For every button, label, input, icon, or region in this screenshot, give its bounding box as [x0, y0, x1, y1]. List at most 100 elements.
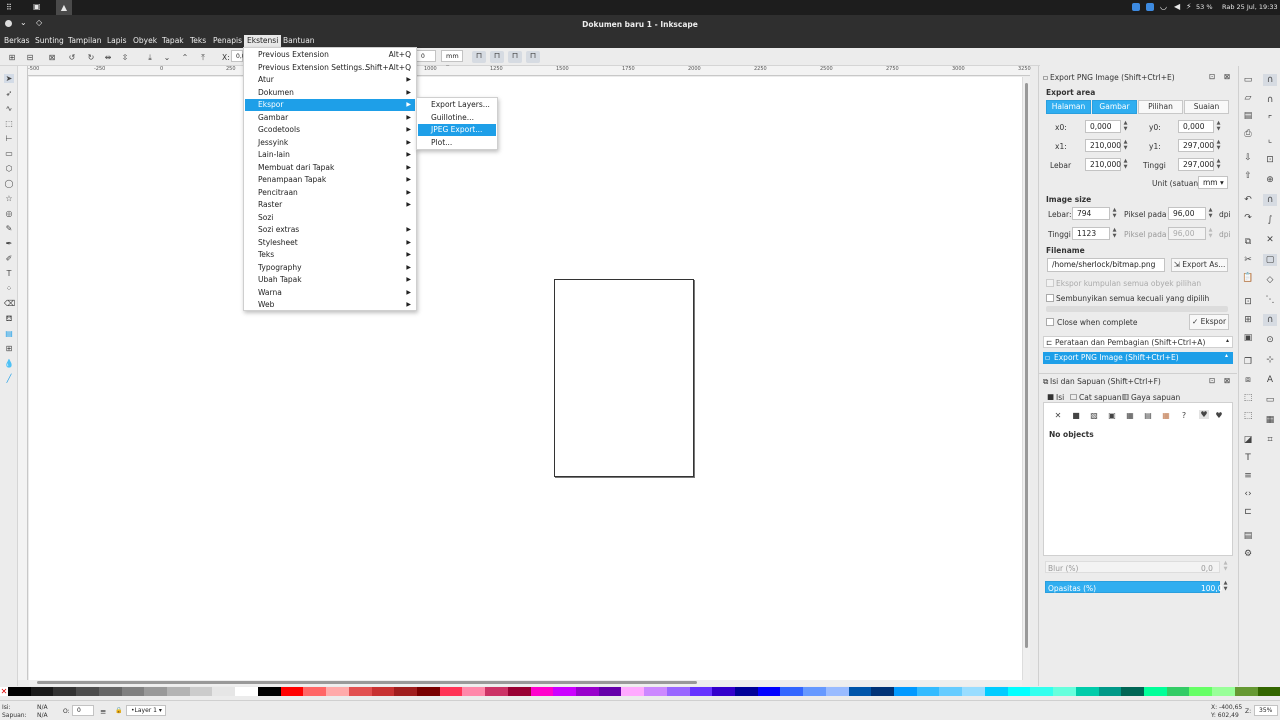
- x1-stepper[interactable]: ▲ ▼: [1122, 139, 1129, 152]
- text-tool-icon[interactable]: Ｔ: [4, 269, 14, 278]
- zoom-page-icon[interactable]: ▣: [1241, 332, 1255, 344]
- snap-smooth-icon[interactable]: ◇: [1263, 274, 1277, 286]
- color-swatch[interactable]: [144, 687, 168, 696]
- fill-panel-close-icon[interactable]: ⊠: [1224, 376, 1230, 385]
- no-color-swatch[interactable]: ✕: [0, 687, 8, 696]
- snap-guide-icon[interactable]: ⌗: [1263, 434, 1277, 446]
- import-icon[interactable]: ⇩: [1241, 152, 1255, 164]
- color-swatch[interactable]: [212, 687, 236, 696]
- color-swatch[interactable]: [825, 687, 849, 696]
- dpi-stepper-1[interactable]: ▲ ▼: [1207, 207, 1214, 220]
- height-input[interactable]: 297,000: [1178, 158, 1214, 171]
- zoom-tool-icon[interactable]: ⬚: [4, 119, 14, 128]
- flat-color-icon[interactable]: ■: [1071, 411, 1081, 420]
- transform-patterns-icon[interactable]: ⊓: [526, 51, 540, 63]
- img-height-input[interactable]: 1123: [1072, 227, 1110, 240]
- undo-icon[interactable]: ↶: [1241, 194, 1255, 206]
- area-halaman-button[interactable]: Halaman: [1046, 100, 1091, 114]
- document-properties-icon[interactable]: ▤: [1241, 530, 1255, 542]
- panel-detach-icon[interactable]: ⊡: [1209, 72, 1215, 81]
- color-swatch[interactable]: [894, 687, 917, 696]
- submenu-item-guillotine[interactable]: Guillotine...: [418, 112, 496, 124]
- eraser-tool-icon[interactable]: ⌫: [4, 299, 15, 308]
- opacity-status-input[interactable]: 0: [72, 705, 94, 716]
- menu-item-ubah-tapak[interactable]: Ubah Tapak ▶: [245, 274, 415, 286]
- pencil-tool-icon[interactable]: ✎: [4, 224, 14, 233]
- menu-item-jessyink[interactable]: Jessyink ▶: [245, 137, 415, 149]
- node-tool-icon[interactable]: ➶: [4, 89, 14, 98]
- img-width-input[interactable]: 794: [1072, 207, 1110, 220]
- menu-penapis[interactable]: Penapis: [213, 36, 242, 45]
- redo-icon[interactable]: ↷: [1241, 212, 1255, 224]
- color-swatch[interactable]: [280, 687, 304, 696]
- color-swatch[interactable]: [257, 687, 281, 696]
- spiral-tool-icon[interactable]: ◎: [4, 209, 14, 218]
- filename-input[interactable]: /home/sherlock/bitmap.png: [1047, 258, 1165, 272]
- color-swatch[interactable]: [394, 687, 417, 696]
- preferences-icon[interactable]: ⚙: [1241, 548, 1255, 560]
- color-swatch[interactable]: [235, 687, 258, 696]
- dock-tab-align[interactable]: ⊏ Perataan dan Pembagian (Shift+Ctrl+A) …: [1043, 336, 1233, 348]
- select-all-layers-icon[interactable]: ⊟: [25, 53, 35, 62]
- y0-stepper[interactable]: ▲ ▼: [1215, 120, 1222, 133]
- calligraphy-tool-icon[interactable]: ✐: [4, 254, 14, 263]
- area-pilihan-button[interactable]: Pilihan: [1138, 100, 1183, 114]
- power-icon[interactable]: ⚡: [1186, 2, 1192, 11]
- snap-nodes-icon[interactable]: ∩: [1263, 194, 1277, 206]
- fill-panel-detach-icon[interactable]: ⊡: [1209, 376, 1215, 385]
- y-input[interactable]: 0: [416, 50, 436, 62]
- x1-input[interactable]: 210,000: [1085, 139, 1121, 152]
- volume-icon[interactable]: ◀: [1174, 2, 1180, 11]
- export-icon[interactable]: ⇧: [1241, 170, 1255, 182]
- snap-bbox-icon[interactable]: ∩: [1263, 94, 1277, 106]
- color-swatch[interactable]: [30, 687, 54, 696]
- xml-editor-icon[interactable]: ‹›: [1241, 488, 1255, 500]
- vertical-scroll-thumb[interactable]: [1025, 83, 1028, 648]
- color-swatch[interactable]: [507, 687, 531, 696]
- menu-item-teks[interactable]: Teks ▶: [245, 249, 415, 261]
- raise-icon[interactable]: ⌃: [180, 53, 190, 62]
- menu-item-atur[interactable]: Atur ▶: [245, 74, 415, 86]
- mesh-tool-icon[interactable]: ⊞: [4, 344, 14, 353]
- zoom-drawing-icon[interactable]: ⊞: [1241, 314, 1255, 326]
- fill-stroke-dialog-icon[interactable]: ◪: [1241, 434, 1255, 446]
- color-swatch[interactable]: [1212, 687, 1235, 696]
- submenu-item-jpeg-export[interactable]: JPEG Export...: [418, 124, 496, 136]
- color-swatch[interactable]: [916, 687, 940, 696]
- drawing-canvas[interactable]: [29, 77, 1022, 680]
- snap-others-icon[interactable]: ∩: [1263, 314, 1277, 326]
- color-swatch[interactable]: [803, 687, 826, 696]
- img-width-stepper[interactable]: ▲ ▼: [1111, 207, 1118, 220]
- color-swatch[interactable]: [712, 687, 735, 696]
- color-swatch[interactable]: [1166, 687, 1190, 696]
- snap-path-icon[interactable]: ∫: [1263, 214, 1277, 226]
- horizontal-ruler[interactable]: -500-25002505007501000125015001750200022…: [28, 66, 1163, 76]
- submenu-item-plot[interactable]: Plot...: [418, 137, 496, 149]
- dock-tab-export[interactable]: ▫ Export PNG Image (Shift+Ctrl+E) ▴: [1043, 352, 1233, 364]
- menu-tampilan[interactable]: Tampilan: [68, 36, 102, 45]
- menu-item-gcodetools[interactable]: Gcodetools ▶: [245, 124, 415, 136]
- color-swatch[interactable]: [98, 687, 122, 696]
- color-swatch[interactable]: [1143, 687, 1167, 696]
- tab-gaya-sapuan[interactable]: Gaya sapuan: [1131, 393, 1180, 402]
- mesh-gradient-icon[interactable]: ▦: [1125, 411, 1135, 420]
- menu-item-gambar[interactable]: Gambar ▶: [245, 112, 415, 124]
- color-swatch[interactable]: [303, 687, 327, 696]
- menu-obyek[interactable]: Obyek: [133, 36, 157, 45]
- ekspor-button[interactable]: ✓ Ekspor: [1189, 314, 1229, 330]
- color-swatch[interactable]: [575, 687, 599, 696]
- measure-tool-icon[interactable]: ⊢: [4, 134, 14, 143]
- fill-rule-evenodd-icon[interactable]: ♥: [1199, 410, 1209, 419]
- menu-sunting[interactable]: Sunting: [35, 36, 64, 45]
- apps-grid-icon[interactable]: ⠿: [6, 3, 12, 12]
- bluetooth-icon[interactable]: [1132, 3, 1140, 11]
- color-swatch[interactable]: [167, 687, 190, 696]
- menu-item-typography[interactable]: Typography ▶: [245, 262, 415, 274]
- menu-item-raster[interactable]: Raster ▶: [245, 199, 415, 211]
- width-stepper[interactable]: ▲ ▼: [1122, 158, 1129, 171]
- menu-item-sozi[interactable]: Sozi: [245, 212, 415, 224]
- color-swatch[interactable]: [939, 687, 963, 696]
- snap-bbox-edge-icon[interactable]: ⌜: [1263, 114, 1277, 126]
- rotate-ccw-icon[interactable]: ↺: [67, 53, 77, 62]
- color-swatch[interactable]: [1098, 687, 1122, 696]
